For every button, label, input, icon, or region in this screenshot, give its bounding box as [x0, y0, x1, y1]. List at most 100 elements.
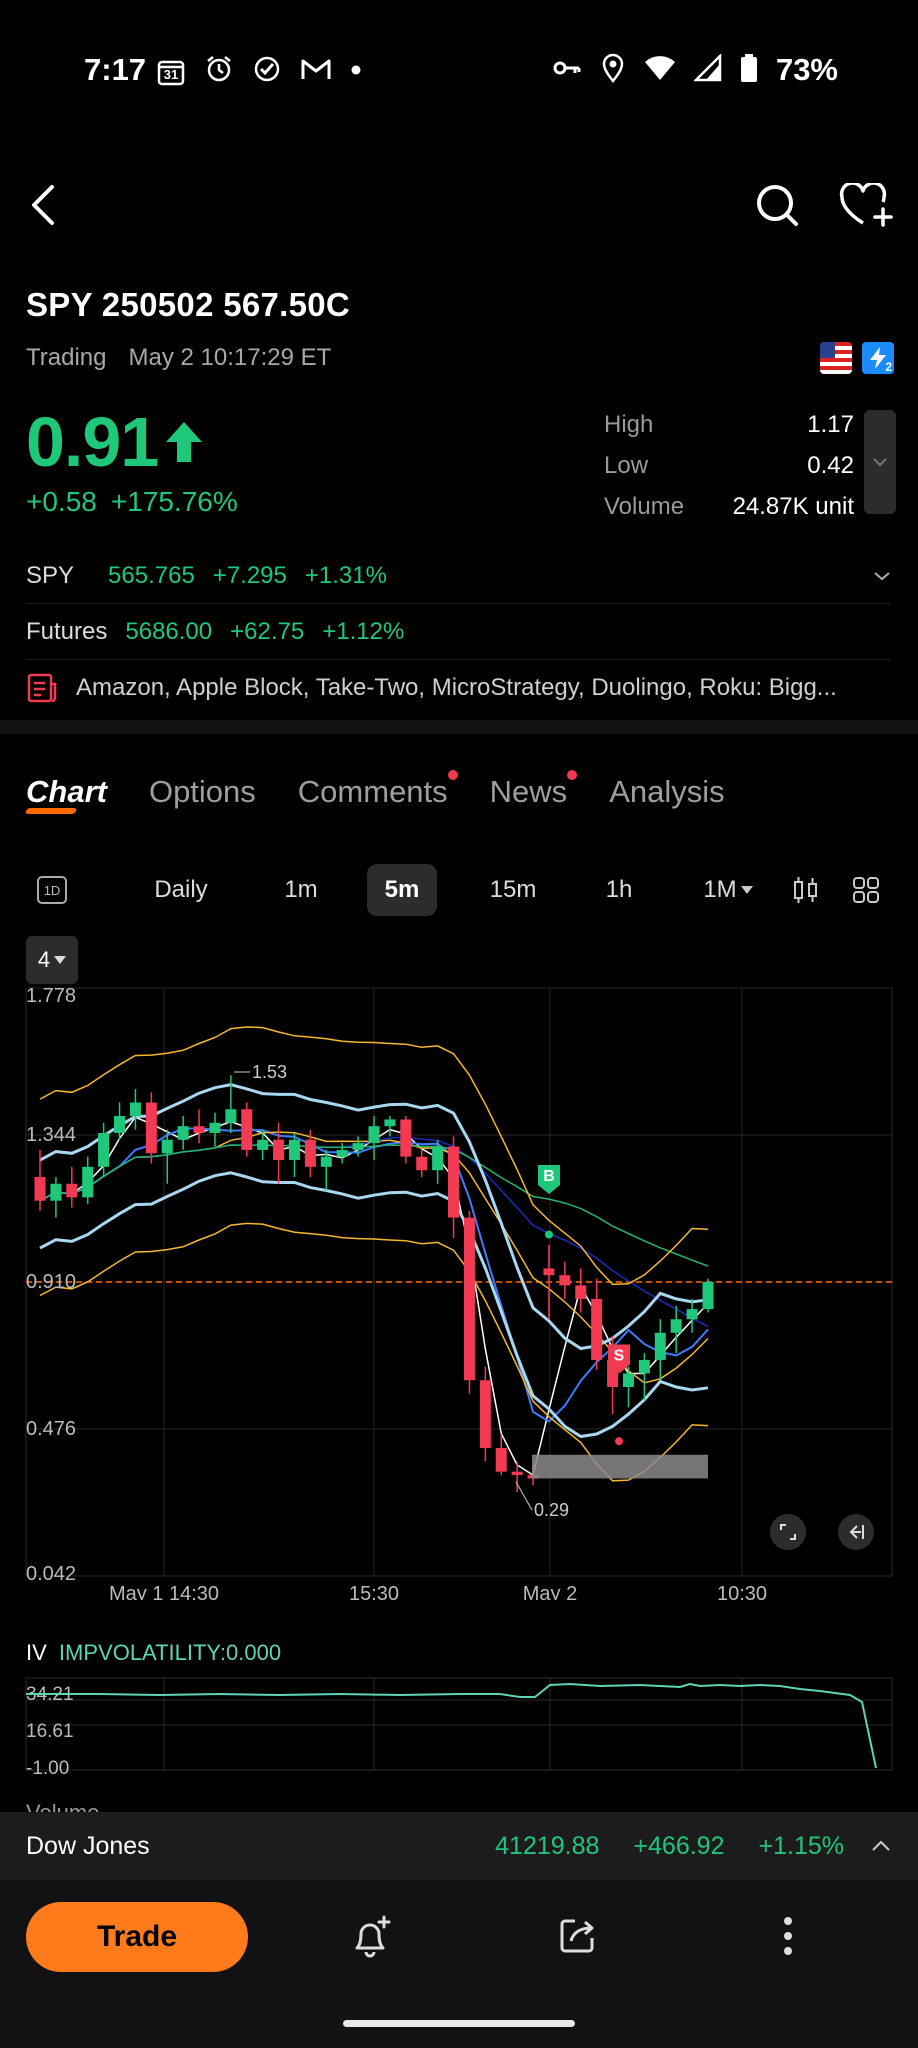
stats-expand-button[interactable] [864, 410, 896, 514]
grid-layout-button[interactable] [846, 864, 886, 916]
indicator-count-dropdown[interactable]: 4 [26, 936, 78, 984]
news-headline-row[interactable]: Amazon, Apple Block, Take-Two, MicroStra… [26, 664, 892, 712]
low-annotation: 0.29 [534, 1500, 569, 1520]
candle-body [686, 1309, 698, 1320]
lightning-badge-icon: 2 [862, 342, 894, 374]
tab-options[interactable]: Options [149, 774, 256, 810]
chevron-down-icon [873, 458, 887, 467]
caret-down-icon [740, 886, 753, 894]
candle-body [82, 1166, 94, 1198]
x-tick-label: 15:30 [349, 1583, 399, 1600]
candle-body [241, 1109, 253, 1150]
candle-body [638, 1359, 650, 1374]
expand-icon [780, 1524, 796, 1540]
index-ticker-bar[interactable]: Dow Jones 41219.88 +466.92 +1.15% [0, 1812, 918, 1880]
sell-marker-label: S [614, 1348, 625, 1365]
market-badges: 2 [820, 342, 894, 374]
status-time: 7:17 [84, 52, 147, 87]
stat-high: High 1.17 [604, 410, 854, 438]
calendar-icon: 31 [156, 57, 186, 87]
candle-body [161, 1139, 173, 1154]
timeframe-1d[interactable]: 1D [36, 864, 68, 916]
more-vertical-icon [784, 1917, 792, 1955]
iv-line [26, 1682, 877, 1769]
underlying-change: +7.295 [212, 561, 287, 589]
timeframe-1h[interactable]: 1h [594, 864, 644, 916]
quote-stats: High 1.17 Low 0.42 Volume 24.87K unit [604, 404, 854, 527]
tab-news[interactable]: News [490, 770, 578, 810]
chart-canvas[interactable]: 1.53 0.29 B S 1.778 1.344 0.910 0.476 0.042 May … [0, 980, 918, 1605]
timeframe-15m[interactable]: 15m [483, 864, 543, 916]
candle-body [384, 1119, 396, 1127]
low-annotation-leader [515, 1481, 533, 1511]
sell-dot [615, 1437, 623, 1446]
jump-to-end-icon [849, 1525, 864, 1539]
watchlist-button[interactable] [838, 180, 894, 230]
notification-dot [567, 770, 578, 780]
timeframe-1m-dropdown[interactable]: 1M [696, 864, 760, 916]
futures-change-pct: +1.12% [322, 617, 405, 645]
calendar-day: 31 [163, 66, 179, 82]
candle-body [193, 1126, 205, 1133]
candle-style-button[interactable] [786, 864, 826, 916]
contract-symbol: SPY 250502 567.50C [26, 286, 351, 323]
more-options-button[interactable] [760, 1908, 816, 1964]
timeframe-1m[interactable]: 1m [276, 864, 326, 916]
fullscreen-button[interactable] [770, 1514, 806, 1550]
iv-indicator-label: IV IMPVOLATILITY:0.000 [26, 1640, 282, 1665]
stat-low: Low 0.42 [604, 451, 854, 479]
change-value: +0.58 [26, 486, 97, 517]
search-button[interactable] [752, 180, 802, 230]
candle-body [511, 1471, 523, 1476]
candle-body [432, 1146, 444, 1171]
candle-body [591, 1298, 603, 1360]
iv-chart[interactable]: 34.21 16.61 -1.00 [0, 1670, 918, 1780]
search-icon [757, 185, 798, 226]
tab-comments[interactable]: Comments [298, 770, 458, 810]
timeframe-5m[interactable]: 5m [367, 864, 437, 916]
status-label: Trading [26, 344, 107, 371]
candle-body [670, 1319, 682, 1333]
iv-value: IMPVOLATILITY:0.000 [58, 1640, 282, 1665]
back-button[interactable] [20, 180, 66, 230]
candle-body [66, 1183, 78, 1198]
price-chart[interactable]: 1.53 0.29 B S 1.778 1.344 0.910 0.476 0.042 May … [0, 980, 918, 1605]
price-change: +0.58 +175.76% [26, 486, 238, 518]
tab-analysis[interactable]: Analysis [609, 774, 724, 810]
support-zone [532, 1454, 708, 1479]
share-button[interactable] [550, 1908, 606, 1964]
iv-tick: 16.61 [26, 1721, 74, 1742]
timeframe-bar: 1D Daily 1m 5m 15m 1h 1M [26, 864, 892, 916]
price-alert-button[interactable] [344, 1908, 400, 1964]
candlestick-icon [794, 877, 817, 903]
candle-body [400, 1119, 412, 1157]
trade-button[interactable]: Trade [26, 1902, 248, 1972]
candle-body [145, 1102, 157, 1154]
dot-icon [350, 63, 362, 81]
up-arrow-icon [166, 422, 203, 462]
battery-percent: 73% [775, 52, 838, 87]
candle-body [50, 1183, 62, 1201]
buy-marker-label: B [543, 1168, 555, 1185]
chevron-down-icon [874, 571, 890, 580]
news-icon [27, 673, 57, 703]
location-icon [600, 53, 626, 88]
home-indicator [343, 2020, 575, 2027]
battery-icon [740, 53, 758, 88]
y-tick-label: 0.476 [26, 1418, 76, 1440]
detail-tabs: Chart Options Comments News Analysis [26, 770, 725, 810]
candle-body [336, 1149, 348, 1157]
candle-body [225, 1109, 237, 1123]
futures-row[interactable]: Futures 5686.00 +62.75 +1.12% [26, 604, 892, 660]
price-value: 0.91 [26, 403, 159, 481]
tab-chart[interactable]: Chart [26, 774, 107, 810]
trading-status: Trading May 2 10:17:29 ET [26, 344, 331, 372]
timeframe-daily[interactable]: Daily [146, 864, 216, 916]
scroll-to-latest-button[interactable] [838, 1514, 874, 1550]
candle-body [559, 1275, 571, 1286]
share-icon [560, 1919, 594, 1953]
us-flag-icon [820, 342, 852, 374]
underlying-change-pct: +1.31% [304, 561, 387, 589]
chevron-up-icon[interactable] [870, 1839, 892, 1853]
underlying-row[interactable]: SPY 565.765 +7.295 +1.31% [26, 548, 892, 604]
